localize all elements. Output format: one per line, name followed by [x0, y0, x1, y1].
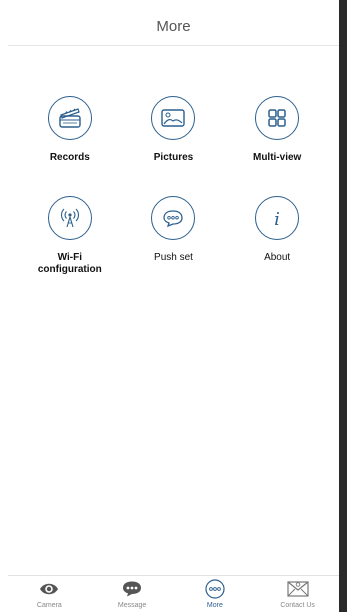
chat-bubble-icon	[151, 196, 196, 240]
menu-grid: Records Pictures Multi-view Wi-Fi config…	[18, 96, 329, 276]
menu-item-label: About	[264, 252, 291, 263]
eye-icon	[38, 577, 60, 601]
menu-item-about[interactable]: i About	[225, 196, 329, 276]
menu-item-multi-view[interactable]: Multi-view	[225, 96, 329, 164]
info-icon: i	[255, 196, 300, 240]
tab-label: More	[206, 602, 223, 609]
menu-item-label: Multi-view	[252, 152, 302, 163]
message-icon	[120, 577, 144, 601]
tab-label: Camera	[36, 602, 62, 609]
nav-header: More	[8, 8, 339, 46]
menu-item-pictures[interactable]: Pictures	[122, 96, 226, 164]
clapperboard-icon	[47, 96, 92, 140]
menu-item-label: Push set	[154, 252, 193, 263]
grid-icon	[255, 96, 300, 140]
tab-camera[interactable]: Camera	[14, 577, 84, 612]
menu-item-wifi-configuration[interactable]: Wi-Fi configuration	[18, 196, 122, 276]
tab-message[interactable]: Message	[97, 577, 167, 612]
envelope-icon	[285, 577, 311, 601]
tab-more[interactable]: More	[180, 577, 250, 612]
menu-item-label: Pictures	[153, 152, 194, 163]
menu-item-push-set[interactable]: Push set	[122, 196, 226, 276]
menu-item-label: Records	[49, 152, 90, 163]
tab-label: Message	[117, 602, 147, 609]
wifi-antenna-icon	[47, 196, 92, 240]
menu-item-records[interactable]: Records	[18, 96, 122, 164]
bottom-tab-bar: Camera Message More Contact Us	[8, 575, 339, 612]
right-edge-bar	[339, 0, 347, 612]
picture-icon	[151, 96, 196, 140]
page-title: More	[156, 18, 191, 35]
tab-contact-us[interactable]: Contact Us	[263, 577, 333, 612]
more-icon	[203, 577, 227, 601]
svg-text:i: i	[274, 209, 280, 230]
tab-label: Contact Us	[280, 602, 315, 609]
more-screen: More Records Pictures Multi-view Wi-Fi c…	[0, 0, 347, 612]
menu-item-label: Wi-Fi configuration	[37, 252, 102, 275]
